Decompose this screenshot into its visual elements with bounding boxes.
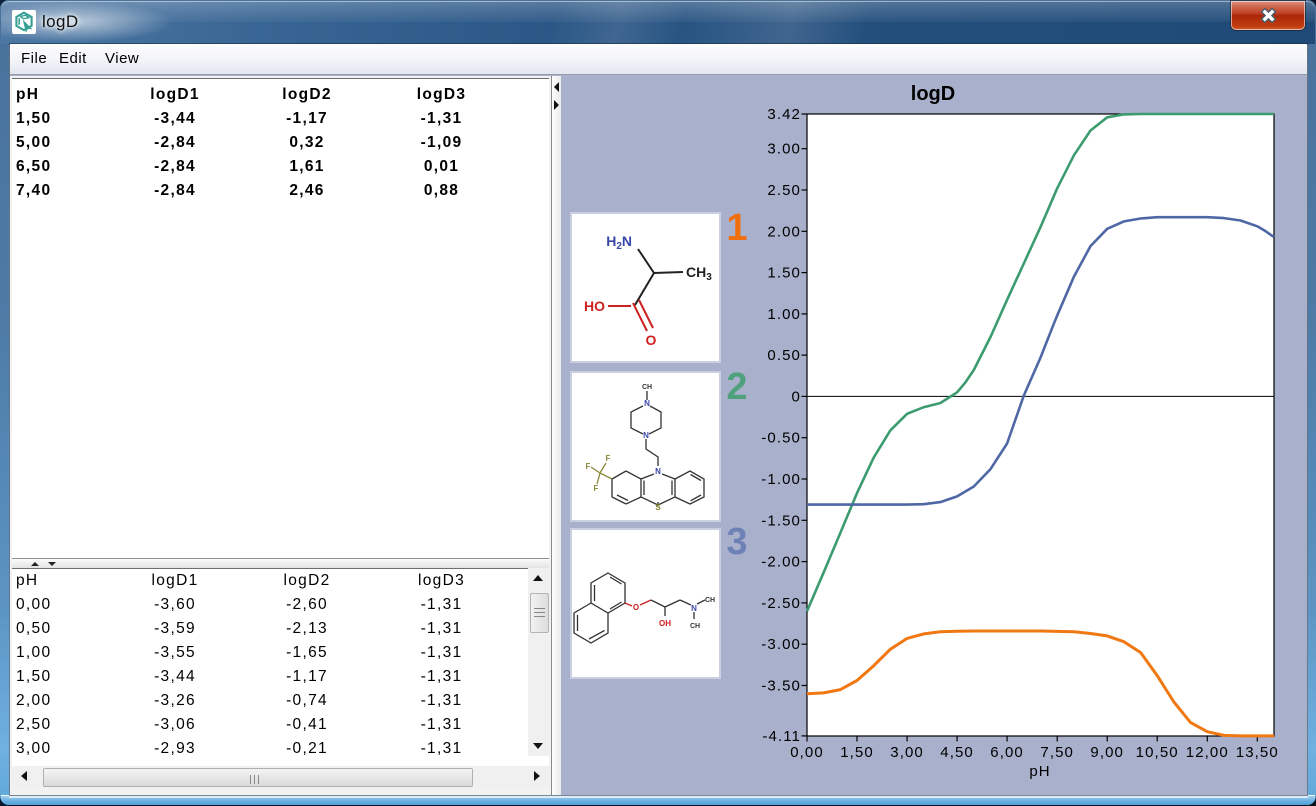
svg-text:N: N xyxy=(691,604,697,613)
svg-text:H2N: H2N xyxy=(606,233,632,252)
svg-text:F: F xyxy=(586,462,591,471)
svg-text:N: N xyxy=(655,467,661,476)
svg-text:CH: CH xyxy=(705,597,715,604)
svg-text:F: F xyxy=(594,484,599,493)
svg-text:OH: OH xyxy=(659,619,671,628)
svg-text:F: F xyxy=(606,454,611,463)
svg-text:S: S xyxy=(655,503,661,512)
svg-text:CH: CH xyxy=(642,384,652,391)
svg-text:CH3: CH3 xyxy=(686,264,712,283)
svg-text:O: O xyxy=(646,332,657,348)
svg-text:N: N xyxy=(644,399,650,408)
svg-text:HO: HO xyxy=(584,298,605,314)
svg-text:CH: CH xyxy=(690,623,700,630)
svg-text:N: N xyxy=(643,431,649,440)
svg-text:O: O xyxy=(633,603,639,612)
